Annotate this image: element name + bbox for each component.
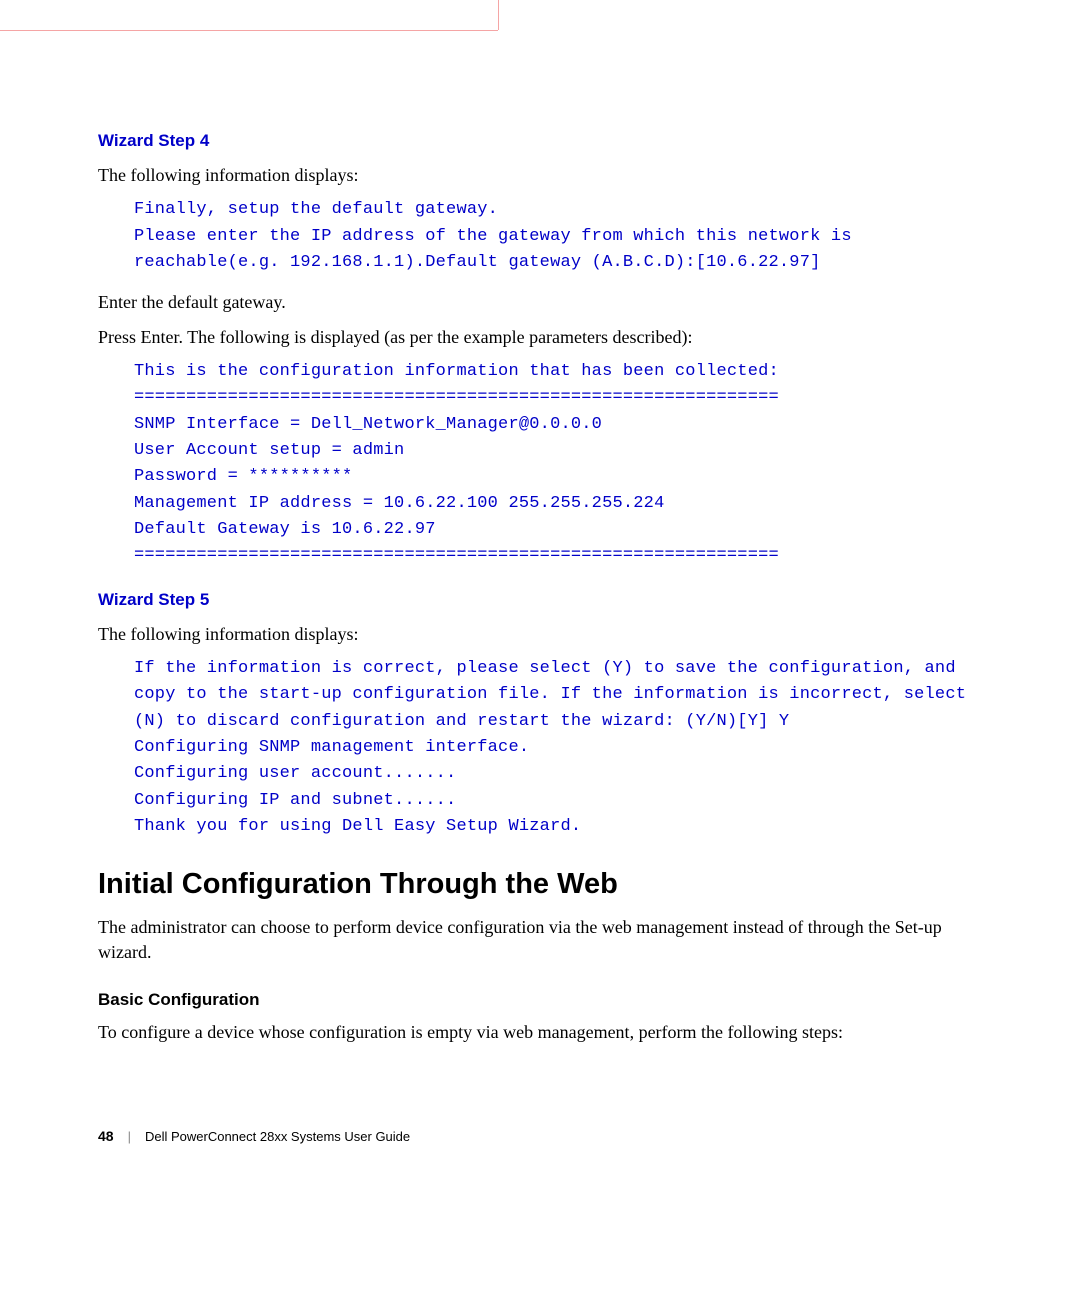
step5-code-block-1: If the information is correct, please se… xyxy=(134,656,988,840)
step4-code-block-1: Finally, setup the default gateway. Plea… xyxy=(134,197,988,276)
wizard-step-5-header: Wizard Step 5 xyxy=(98,590,988,610)
basic-config-header: Basic Configuration xyxy=(98,990,988,1010)
page-content: Wizard Step 4 The following information … xyxy=(98,131,988,1054)
configure-device-text: To configure a device whose configuratio… xyxy=(98,1020,988,1044)
enter-gateway-text: Enter the default gateway. xyxy=(98,290,988,314)
info-displays-text-2: The following information displays: xyxy=(98,622,988,646)
press-enter-text: Press Enter. The following is displayed … xyxy=(98,325,988,349)
step4-code-block-2: This is the configuration information th… xyxy=(134,359,988,570)
page-number: 48 xyxy=(98,1128,114,1144)
wizard-step-4-header: Wizard Step 4 xyxy=(98,131,988,151)
initial-config-heading: Initial Configuration Through the Web xyxy=(98,868,988,901)
admin-choose-text: The administrator can choose to perform … xyxy=(98,915,988,964)
footer-title: Dell PowerConnect 28xx Systems User Guid… xyxy=(145,1129,410,1144)
footer-divider: | xyxy=(128,1129,131,1144)
page-footer: 48 | Dell PowerConnect 28xx Systems User… xyxy=(98,1128,410,1144)
page-crop-mark-horizontal xyxy=(0,30,498,31)
info-displays-text-1: The following information displays: xyxy=(98,163,988,187)
page-crop-mark-vertical xyxy=(498,0,499,30)
